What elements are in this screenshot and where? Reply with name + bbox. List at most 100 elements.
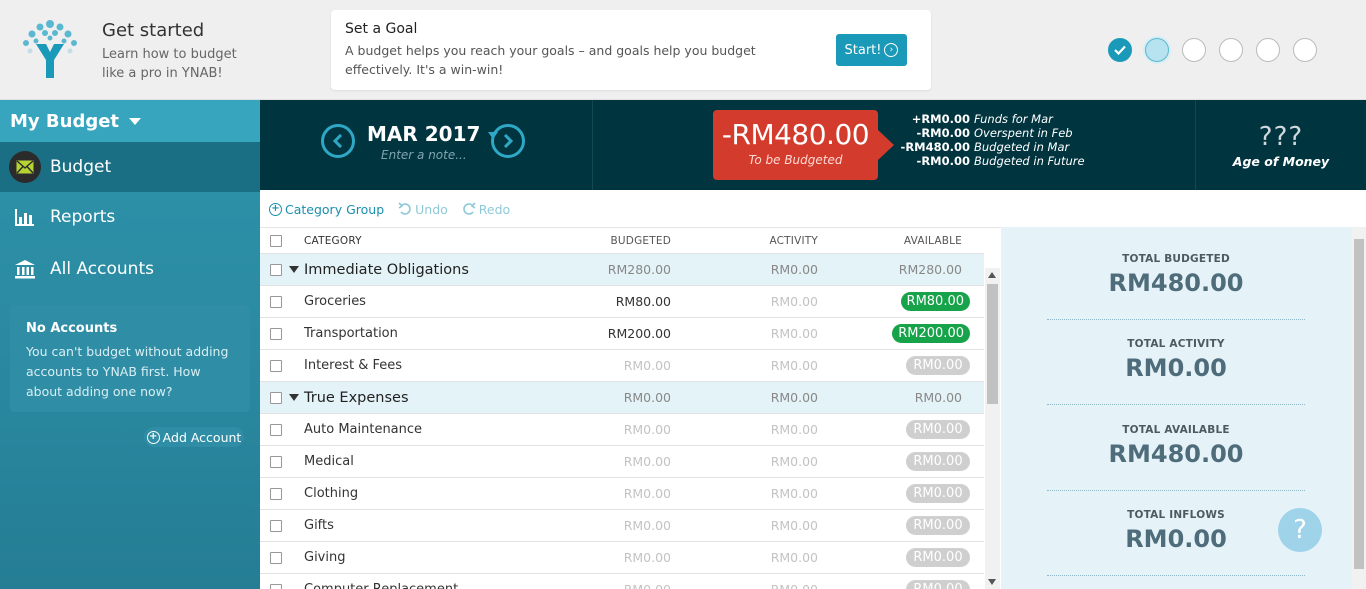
- table-scrollbar[interactable]: [985, 268, 1000, 589]
- row-checkbox[interactable]: [270, 519, 282, 532]
- available-pill[interactable]: RM0.00: [906, 516, 970, 535]
- category-row[interactable]: Giving RM0.00 RM0.00 RM0.00: [260, 542, 984, 574]
- row-checkbox[interactable]: [270, 327, 282, 340]
- row-checkbox[interactable]: [270, 423, 282, 436]
- category-row[interactable]: Interest & Fees RM0.00 RM0.00 RM0.00: [260, 350, 984, 382]
- budget-selector[interactable]: My Budget: [0, 100, 260, 142]
- add-account-button[interactable]: + Add Account: [144, 427, 244, 447]
- activity-value[interactable]: RM0.00: [771, 550, 818, 565]
- category-name[interactable]: Clothing: [304, 486, 358, 501]
- activity-value[interactable]: RM0.00: [771, 262, 818, 277]
- category-row[interactable]: Auto Maintenance RM0.00 RM0.00 RM0.00: [260, 414, 984, 446]
- sidebar-item-all-accounts[interactable]: All Accounts: [0, 244, 260, 294]
- row-checkbox[interactable]: [270, 551, 282, 564]
- to-be-budgeted-amount: -RM480.00: [721, 118, 870, 151]
- category-row[interactable]: Medical RM0.00 RM0.00 RM0.00: [260, 446, 984, 478]
- column-activity: ACTIVITY: [769, 234, 818, 247]
- select-all-checkbox[interactable]: [270, 234, 282, 247]
- category-name[interactable]: Gifts: [304, 518, 334, 533]
- category-name[interactable]: Medical: [304, 454, 354, 469]
- category-group-row[interactable]: True Expenses RM0.00 RM0.00 RM0.00: [260, 382, 984, 414]
- row-checkbox[interactable]: [270, 263, 282, 276]
- available-pill[interactable]: RM0.00: [906, 580, 970, 589]
- activity-value[interactable]: RM0.00: [771, 326, 818, 341]
- undo-button[interactable]: Undo: [398, 202, 448, 217]
- sidebar-item-reports[interactable]: Reports: [0, 192, 260, 242]
- activity-value[interactable]: RM0.00: [771, 518, 818, 533]
- step-5[interactable]: [1256, 38, 1280, 62]
- plus-circle-icon: +: [146, 430, 160, 444]
- row-checkbox[interactable]: [270, 295, 282, 308]
- row-checkbox[interactable]: [270, 487, 282, 500]
- available-pill[interactable]: RM200.00: [892, 324, 970, 343]
- category-name[interactable]: Auto Maintenance: [304, 422, 422, 437]
- inspector-divider: [1047, 490, 1305, 491]
- no-accounts-title: No Accounts: [26, 321, 118, 336]
- budgeted-value[interactable]: RM0.00: [624, 454, 671, 469]
- budgeted-value[interactable]: RM200.00: [608, 326, 671, 341]
- step-3[interactable]: [1182, 38, 1206, 62]
- step-4[interactable]: [1219, 38, 1243, 62]
- available-pill[interactable]: RM0.00: [906, 420, 970, 439]
- activity-value[interactable]: RM0.00: [771, 422, 818, 437]
- available-pill[interactable]: RM0.00: [906, 452, 970, 471]
- category-row[interactable]: Computer Replacement RM0.00 RM0.00 RM0.00: [260, 574, 984, 589]
- inspector-scrollbar[interactable]: [1352, 227, 1366, 589]
- available-pill[interactable]: RM80.00: [900, 292, 970, 311]
- month-note-input[interactable]: Enter a note...: [381, 148, 467, 162]
- budgeted-value[interactable]: RM0.00: [624, 582, 671, 589]
- category-row[interactable]: Gifts RM0.00 RM0.00 RM0.00: [260, 510, 984, 542]
- category-name[interactable]: Transportation: [304, 326, 398, 341]
- category-row[interactable]: Clothing RM0.00 RM0.00 RM0.00: [260, 478, 984, 510]
- available-pill[interactable]: RM0.00: [906, 356, 970, 375]
- activity-value[interactable]: RM0.00: [771, 294, 818, 309]
- step-6[interactable]: [1293, 38, 1317, 62]
- step-2-current[interactable]: [1145, 38, 1169, 62]
- help-button[interactable]: ?: [1278, 508, 1322, 552]
- available-pill[interactable]: RM0.00: [906, 484, 970, 503]
- scroll-thumb[interactable]: [987, 284, 998, 404]
- available-value: RM200.00: [892, 324, 970, 343]
- category-group-row[interactable]: Immediate Obligations RM280.00 RM0.00 RM280…: [260, 254, 984, 286]
- bank-icon: [12, 256, 38, 282]
- step-1-complete[interactable]: [1108, 38, 1132, 62]
- category-row[interactable]: Transportation RM200.00 RM0.00 RM200.00: [260, 318, 984, 350]
- collapse-triangle-icon[interactable]: [289, 394, 299, 401]
- budgeted-value[interactable]: RM80.00: [616, 294, 671, 309]
- to-be-budgeted-box[interactable]: -RM480.00 To be Budgeted: [713, 110, 894, 180]
- activity-value[interactable]: RM0.00: [771, 454, 818, 469]
- category-name[interactable]: True Expenses: [304, 390, 409, 406]
- add-category-group-button[interactable]: + Category Group: [269, 202, 384, 217]
- budgeted-value[interactable]: RM0.00: [624, 486, 671, 501]
- row-checkbox[interactable]: [270, 391, 282, 404]
- row-checkbox[interactable]: [270, 583, 282, 589]
- activity-value[interactable]: RM0.00: [771, 486, 818, 501]
- prev-month-button[interactable]: [321, 124, 355, 158]
- category-row[interactable]: Groceries RM80.00 RM0.00 RM80.00: [260, 286, 984, 318]
- redo-button[interactable]: Redo: [462, 202, 510, 217]
- category-name[interactable]: Interest & Fees: [304, 358, 402, 373]
- scroll-up-icon[interactable]: [988, 272, 996, 278]
- available-pill[interactable]: RM0.00: [906, 548, 970, 567]
- category-name[interactable]: Immediate Obligations: [304, 262, 469, 278]
- scroll-thumb[interactable]: [1354, 239, 1364, 569]
- category-name[interactable]: Computer Replacement: [304, 582, 458, 589]
- activity-value[interactable]: RM0.00: [771, 582, 818, 589]
- row-checkbox[interactable]: [270, 455, 282, 468]
- budgeted-value[interactable]: RM0.00: [624, 358, 671, 373]
- sidebar-item-budget[interactable]: Budget: [0, 142, 260, 192]
- scroll-down-icon[interactable]: [988, 579, 996, 585]
- budgeted-value[interactable]: RM0.00: [624, 422, 671, 437]
- activity-value[interactable]: RM0.00: [771, 390, 818, 405]
- budgeted-value[interactable]: RM0.00: [624, 550, 671, 565]
- sidebar-item-label: Reports: [50, 207, 116, 227]
- next-month-button[interactable]: [491, 124, 525, 158]
- budgeted-value[interactable]: RM0.00: [624, 518, 671, 533]
- collapse-triangle-icon[interactable]: [289, 266, 299, 273]
- start-button[interactable]: Start! ›: [836, 34, 907, 66]
- category-name[interactable]: Groceries: [304, 294, 366, 309]
- activity-value[interactable]: RM0.00: [771, 358, 818, 373]
- row-checkbox[interactable]: [270, 359, 282, 372]
- month-selector[interactable]: MAR 2017: [367, 122, 499, 146]
- category-name[interactable]: Giving: [304, 550, 345, 565]
